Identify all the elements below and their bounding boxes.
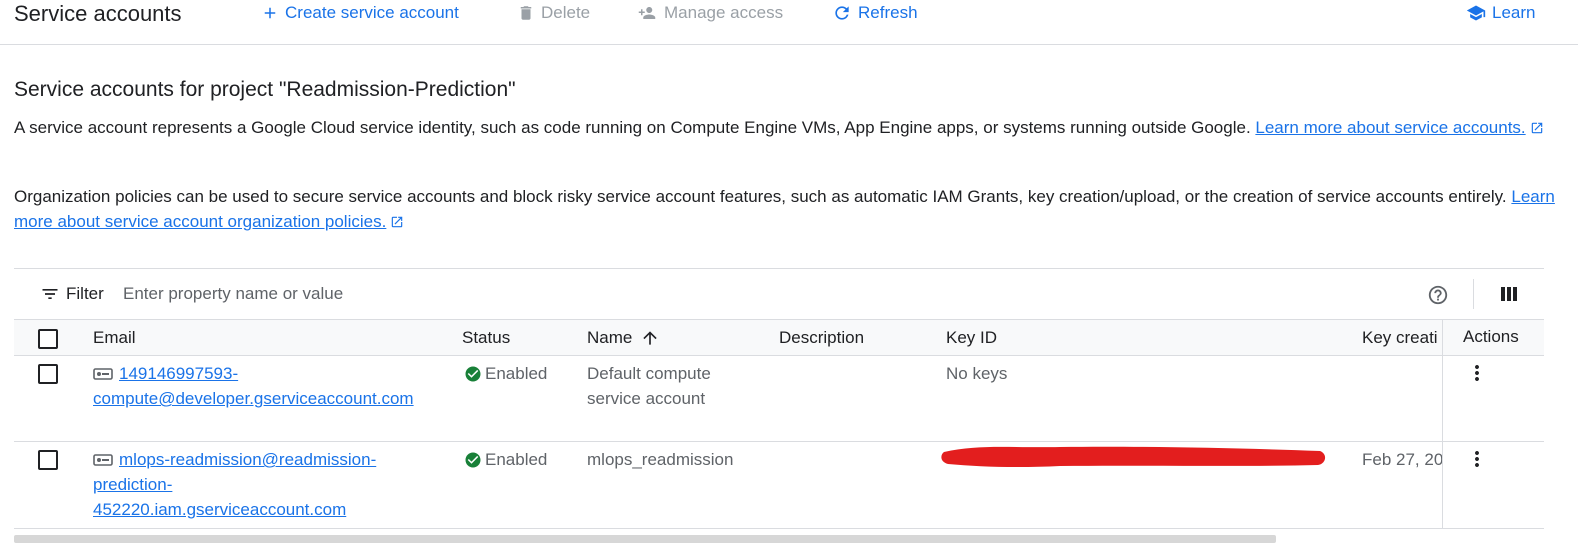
email-link-line2[interactable]: prediction-	[93, 475, 172, 494]
header-toolbar: Service accounts Create service account …	[0, 0, 1578, 45]
email-cell: mlops-readmission@readmission- predictio…	[93, 447, 376, 522]
intro-text-1: A service account represents a Google Cl…	[14, 118, 1256, 137]
name-cell: Default compute service account	[587, 361, 711, 411]
column-name-label: Name	[587, 328, 633, 347]
status-cell: Enabled	[464, 447, 547, 472]
name-line2: service account	[587, 389, 706, 408]
column-email[interactable]: Email	[93, 328, 136, 348]
create-label: Create service account	[285, 3, 459, 22]
delete-label: Delete	[541, 3, 591, 22]
service-accounts-table: Filter Email Status Name Description Key…	[14, 268, 1544, 529]
toolbar-divider	[1473, 279, 1474, 309]
column-key-creation[interactable]: Key creati	[1362, 328, 1442, 348]
school-icon	[1466, 5, 1486, 21]
intro-paragraph-1: A service account represents a Google Cl…	[14, 115, 1559, 140]
status-text: Enabled	[485, 364, 548, 383]
status-cell: Enabled	[464, 361, 547, 386]
row-checkbox[interactable]	[38, 450, 58, 470]
learn-more-service-accounts-link[interactable]: Learn more about service accounts.	[1255, 118, 1525, 137]
horizontal-scrollbar[interactable]	[14, 535, 1276, 543]
column-status[interactable]: Status	[462, 328, 510, 348]
learn-label: Learn	[1492, 3, 1536, 22]
learn-button[interactable]: Learn	[1466, 3, 1535, 23]
delete-button[interactable]: Delete	[517, 3, 590, 23]
create-service-account-button[interactable]: Create service account	[261, 3, 459, 23]
trash-icon	[520, 6, 532, 20]
column-key-id[interactable]: Key ID	[946, 328, 997, 348]
manage-access-button[interactable]: Manage access	[636, 3, 783, 23]
key-icon	[93, 454, 113, 466]
select-all-checkbox[interactable]	[38, 329, 58, 349]
help-icon[interactable]	[1427, 284, 1449, 306]
column-description[interactable]: Description	[779, 328, 864, 348]
refresh-icon	[835, 6, 849, 20]
section-heading: Service accounts for project "Readmissio…	[14, 78, 516, 101]
status-text: Enabled	[485, 450, 548, 469]
filter-label: Filter	[66, 284, 104, 303]
filter-list-icon	[42, 289, 58, 299]
email-link-line3[interactable]: 452220.iam.gserviceaccount.com	[93, 500, 346, 519]
arrow-up-icon	[643, 331, 658, 345]
refresh-button[interactable]: Refresh	[832, 3, 918, 23]
more-vert-icon[interactable]	[1465, 361, 1489, 385]
actions-column-divider	[1442, 320, 1443, 529]
check-circle-icon	[465, 452, 481, 467]
intro-text-2: Organization policies can be used to sec…	[14, 187, 1512, 206]
key-creation-cell: Feb 27, 20	[1362, 450, 1442, 469]
person-add-icon	[638, 7, 656, 19]
name-line1: Default compute	[587, 364, 711, 383]
page-title: Service accounts	[14, 1, 182, 26]
email-link-line1[interactable]: mlops-readmission@readmission-	[119, 450, 376, 469]
table-header: Email Status Name Description Key ID Key…	[14, 320, 1544, 356]
name-line1: mlops_readmission	[587, 450, 734, 469]
refresh-label: Refresh	[858, 3, 918, 22]
check-circle-icon	[465, 366, 481, 381]
email-link-line1[interactable]: 149146997593-	[119, 364, 238, 383]
open-in-new-icon	[392, 216, 403, 228]
row-checkbox[interactable]	[38, 364, 58, 384]
more-vert-icon[interactable]	[1465, 447, 1489, 471]
column-view-icon[interactable]	[1500, 285, 1518, 303]
redaction-mark	[941, 446, 1326, 468]
column-actions: Actions	[1463, 327, 1519, 346]
manage-access-label: Manage access	[664, 3, 784, 22]
plus-icon	[264, 7, 276, 19]
name-cell: mlops_readmission	[587, 447, 733, 472]
email-link-line2[interactable]: compute@developer.gserviceaccount.com	[93, 389, 414, 408]
open-in-new-icon	[1531, 122, 1542, 134]
email-cell: 149146997593- compute@developer.gservice…	[93, 361, 414, 411]
filter-button[interactable]: Filter	[40, 284, 104, 304]
intro-paragraph-2: Organization policies can be used to sec…	[14, 184, 1559, 234]
filter-input[interactable]	[121, 280, 1021, 308]
key-id-cell: No keys	[946, 364, 1008, 383]
filter-bar: Filter	[14, 269, 1544, 320]
key-icon	[93, 368, 113, 380]
table-row: 149146997593- compute@developer.gservice…	[14, 356, 1544, 442]
column-name[interactable]: Name	[587, 328, 660, 348]
